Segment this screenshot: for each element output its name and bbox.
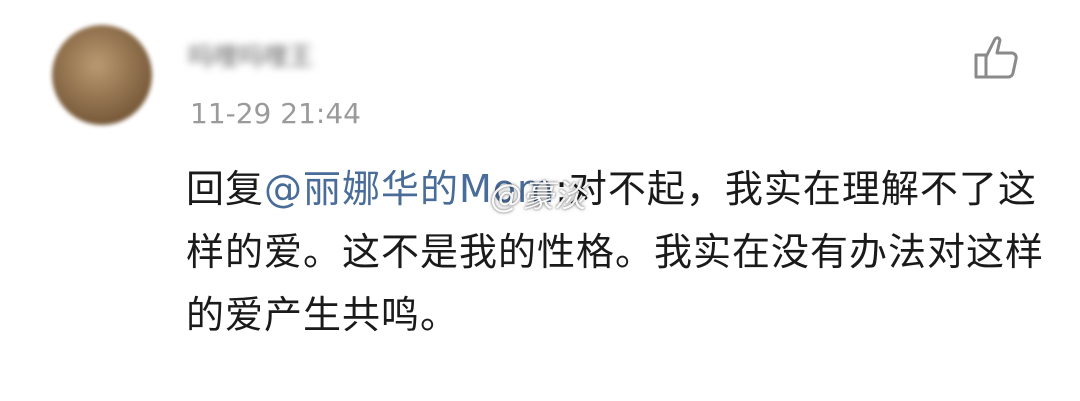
like-button[interactable]	[968, 30, 1024, 86]
comment-item: 吗哩吗哩王 11-29 21:44 回复@丽娜华的Mom:对不起，我实在理解不了…	[0, 0, 1080, 401]
reply-prefix: 回复	[186, 167, 265, 211]
avatar[interactable]	[52, 25, 152, 125]
comment-body: 回复@丽娜华的Mom:对不起，我实在理解不了这样的爱。这不是我的性格。我实在没有…	[186, 158, 1046, 347]
username[interactable]: 吗哩吗哩王	[188, 40, 313, 74]
mention-link[interactable]: @丽娜华的Mom	[264, 167, 555, 211]
thumbs-up-icon	[968, 30, 1024, 86]
timestamp: 11-29 21:44	[190, 97, 361, 130]
